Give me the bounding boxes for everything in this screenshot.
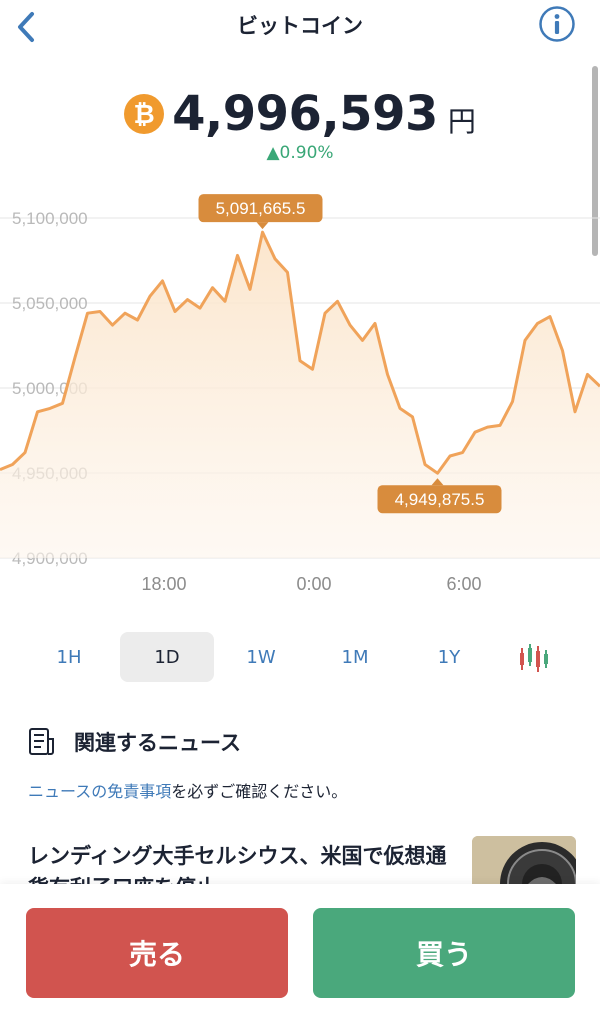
price-change: ▲0.90% [266, 143, 334, 163]
sell-button[interactable]: 売る [26, 908, 288, 998]
chart-svg: 5,100,0005,050,0005,000,0004,950,0004,90… [0, 194, 600, 594]
newspaper-icon [29, 728, 54, 755]
price-area [0, 232, 600, 558]
y-tick-label: 5,050,000 [12, 294, 88, 313]
tab-range-1w[interactable]: 1W [214, 632, 308, 682]
action-bar: 売る 買う [0, 884, 600, 1024]
header-bar: ビットコイン [0, 0, 600, 52]
buy-button[interactable]: 買う [313, 908, 575, 998]
info-icon [539, 6, 575, 42]
current-price: 4,996,593 [172, 86, 438, 142]
annotation-pointer [256, 222, 269, 230]
tab-range-1h[interactable]: 1H [22, 632, 116, 682]
candlestick-icon [520, 644, 548, 672]
annotation-label: 5,091,665.5 [216, 199, 306, 218]
price-unit: 円 [447, 105, 476, 138]
disclaimer-text: を必ずご確認ください。 [171, 782, 348, 801]
page-title: ビットコイン [237, 14, 363, 38]
price-chart[interactable]: 5,100,0005,050,0005,000,0004,950,0004,90… [0, 190, 600, 600]
y-tick-label: 5,100,000 [12, 209, 88, 228]
news-item[interactable]: レンディング大手セルシウス、米国で仮想通貨有利子口座を停止 [0, 830, 600, 906]
news-disclaimer: ニュースの免責事項を必ずご確認ください。 [28, 778, 347, 802]
tab-range-1m[interactable]: 1M [308, 632, 402, 682]
bitcoin-icon: ₿ [124, 94, 165, 134]
tab-range-1y[interactable]: 1Y [402, 632, 496, 682]
annotation-label: 4,949,875.5 [395, 490, 485, 509]
disclaimer-link[interactable]: ニュースの免責事項 [28, 782, 171, 801]
news-section-title: 関連するニュース [74, 731, 241, 755]
x-tick-label: 18:00 [141, 574, 186, 594]
info-button[interactable] [538, 5, 576, 43]
x-tick-label: 6:00 [446, 574, 481, 594]
range-tabs: 1H 1D 1W 1M 1Y [22, 632, 582, 682]
price-row: ₿ 4,996,593 円 [0, 86, 600, 142]
x-tick-label: 0:00 [296, 574, 331, 594]
candlestick-toggle[interactable] [516, 642, 556, 674]
tab-range-1d[interactable]: 1D [120, 632, 214, 682]
news-section-header: 関連するニュース [28, 726, 241, 758]
